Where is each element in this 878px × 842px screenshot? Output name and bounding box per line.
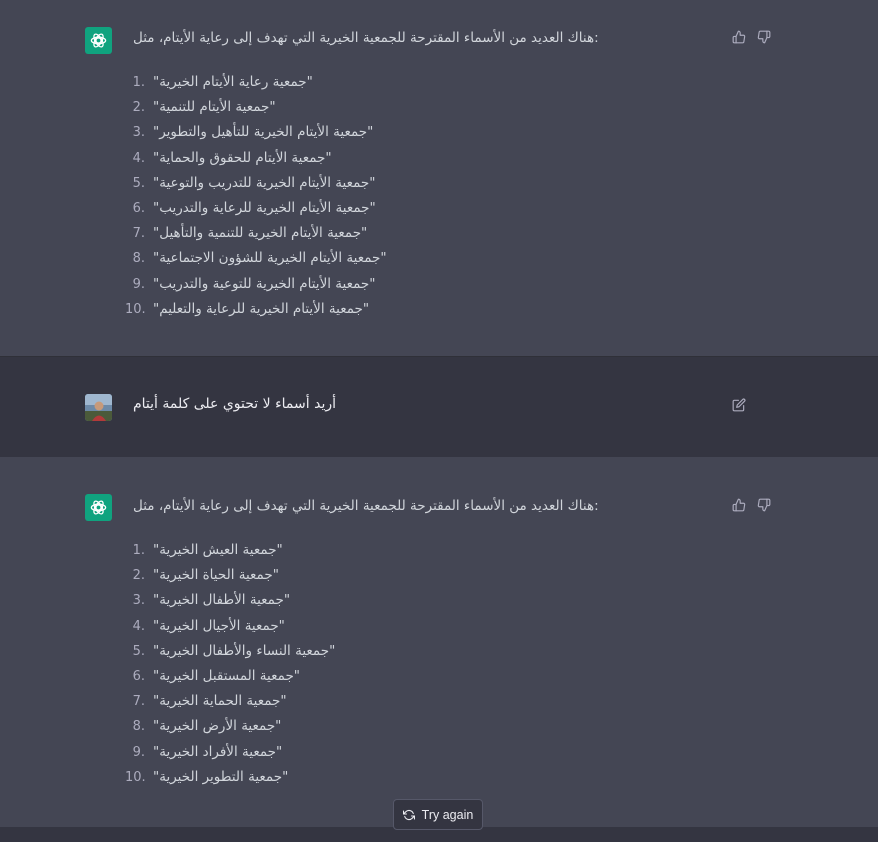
list-number: 8. [132,251,145,267]
try-again-button[interactable]: Try again [393,799,483,830]
list-item: 4. "جمعية الأيتام للحقوق والحماية" [125,146,387,171]
list-text: "جمعية الأيتام الخيرية للتأهيل والتطوير" [153,124,374,141]
list-text: "جمعية المستقبل الخيرية" [153,667,301,684]
list-number: 5. [132,175,145,191]
list-item: 7. "جمعية الحماية الخيرية" [125,689,335,714]
list-item: 9. "جمعية الأفراد الخيرية" [125,740,335,765]
list-number: 10. [125,769,146,785]
suggestion-list: 1. "جمعية العيش الخيرية" 2. "جمعية الحياة … [125,538,335,790]
list-number: 2. [132,100,145,116]
thumbs-down-icon[interactable] [756,497,772,513]
list-number: 1. [132,75,145,90]
list-number: 5. [132,643,145,659]
list-item: 6. "جمعية الأيتام الخيرية للرعاية والتدري… [125,196,387,221]
list-item: 5. "جمعية النساء والأطفال الخيرية" [125,639,336,664]
list-text: "جمعية الأيتام الخيرية للتوعية والتدريب" [153,275,376,292]
list-item: 1. "جمعية رعاية الأيتام الخيرية" [125,70,387,95]
list-number: 1. [132,543,145,558]
list-item: 9. "جمعية الأيتام الخيرية للتوعية والتدري… [125,272,387,297]
list-item: 3. "جمعية الأطفال الخيرية" [125,588,335,613]
try-again-label: Try again [421,807,474,822]
list-text: "جمعية الأيتام الخيرية للرعاية والتعليم" [153,300,370,317]
list-number: 9. [132,744,145,760]
list-item: 1. "جمعية العيش الخيرية" [125,538,335,563]
list-number: 4. [132,618,145,634]
list-item: 2. "جمعية الأيتام للتنمية" [125,95,387,120]
list-number: 4. [132,150,145,166]
list-item: 7. "جمعية الأيتام الخيرية للتنمية والتأهي… [125,221,387,246]
list-text: "جمعية الأيتام الخيرية للرعاية والتدريب" [153,199,376,216]
list-number: 3. [132,593,145,609]
list-item: 8. "جمعية الأيتام الخيرية للشؤون الاجتماع… [125,246,387,271]
assistant-message-1: هناك العديد من الأسماء المقترحة للجمعية … [0,0,878,356]
list-number: 3. [132,125,145,141]
list-item: 4. "جمعية الأجيال الخيرية" [125,614,335,639]
list-item: 8. "جمعية الأرض الخيرية" [125,714,335,739]
list-item: 6. "جمعية المستقبل الخيرية" [125,664,335,689]
list-item: 10. "جمعية التطوير الخيرية" [125,765,335,790]
thumbs-up-icon[interactable] [731,29,747,45]
list-number: 7. [132,694,145,710]
list-number: 7. [132,226,145,242]
list-number: 2. [132,568,145,584]
openai-logo-icon [85,27,112,54]
list-text: "جمعية الحياة الخيرية" [153,567,279,584]
list-text: "جمعية الأيتام الخيرية للشؤون الاجتماعية… [153,250,387,267]
list-number: 6. [132,200,145,216]
user-avatar [85,394,112,421]
thumbs-down-icon[interactable] [756,29,772,45]
list-text: "جمعية الأرض الخيرية" [153,718,282,735]
response-intro: هناك العديد من الأسماء المقترحة للجمعية … [133,30,599,46]
list-text: "جمعية الأيتام الخيرية للتدريب والتوعية" [153,174,376,191]
response-intro: هناك العديد من الأسماء المقترحة للجمعية … [133,498,599,514]
list-number: 6. [132,668,145,684]
refresh-icon [402,809,415,821]
chat-page: هناك العديد من الأسماء المقترحة للجمعية … [0,0,878,842]
edit-icon[interactable] [731,397,747,413]
list-number: 9. [132,276,145,292]
user-message-text: أريد أسماء لا تحتوي على كلمة أيتام [133,396,336,412]
list-text: "جمعية العيش الخيرية" [153,542,283,558]
list-text: "جمعية الحماية الخيرية" [153,693,287,710]
list-text: "جمعية النساء والأطفال الخيرية" [153,642,336,659]
list-item: 10. "جمعية الأيتام الخيرية للرعاية والتعل… [125,297,387,322]
list-text: "جمعية الأيتام للتنمية" [153,99,276,116]
list-item: 3. "جمعية الأيتام الخيرية للتأهيل والتطوي… [125,120,387,145]
list-text: "جمعية الأجيال الخيرية" [153,617,285,634]
suggestion-list: 1. "جمعية رعاية الأيتام الخيرية" 2. "جمعية… [125,70,387,322]
assistant-message-2: هناك العديد من الأسماء المقترحة للجمعية … [0,457,878,827]
list-number: 8. [132,719,145,735]
list-number: 10. [125,301,146,317]
list-item: 2. "جمعية الحياة الخيرية" [125,563,335,588]
list-text: "جمعية الأيتام للحقوق والحماية" [153,149,332,166]
list-text: "جمعية التطوير الخيرية" [153,768,289,785]
list-text: "جمعية رعاية الأيتام الخيرية" [153,74,313,90]
openai-logo-icon [85,494,112,521]
list-text: "جمعية الأفراد الخيرية" [153,743,283,760]
thumbs-up-icon[interactable] [731,497,747,513]
list-text: "جمعية الأيتام الخيرية للتنمية والتأهيل" [153,225,368,242]
list-item: 5. "جمعية الأيتام الخيرية للتدريب والتوعي… [125,171,387,196]
list-text: "جمعية الأطفال الخيرية" [153,592,291,609]
